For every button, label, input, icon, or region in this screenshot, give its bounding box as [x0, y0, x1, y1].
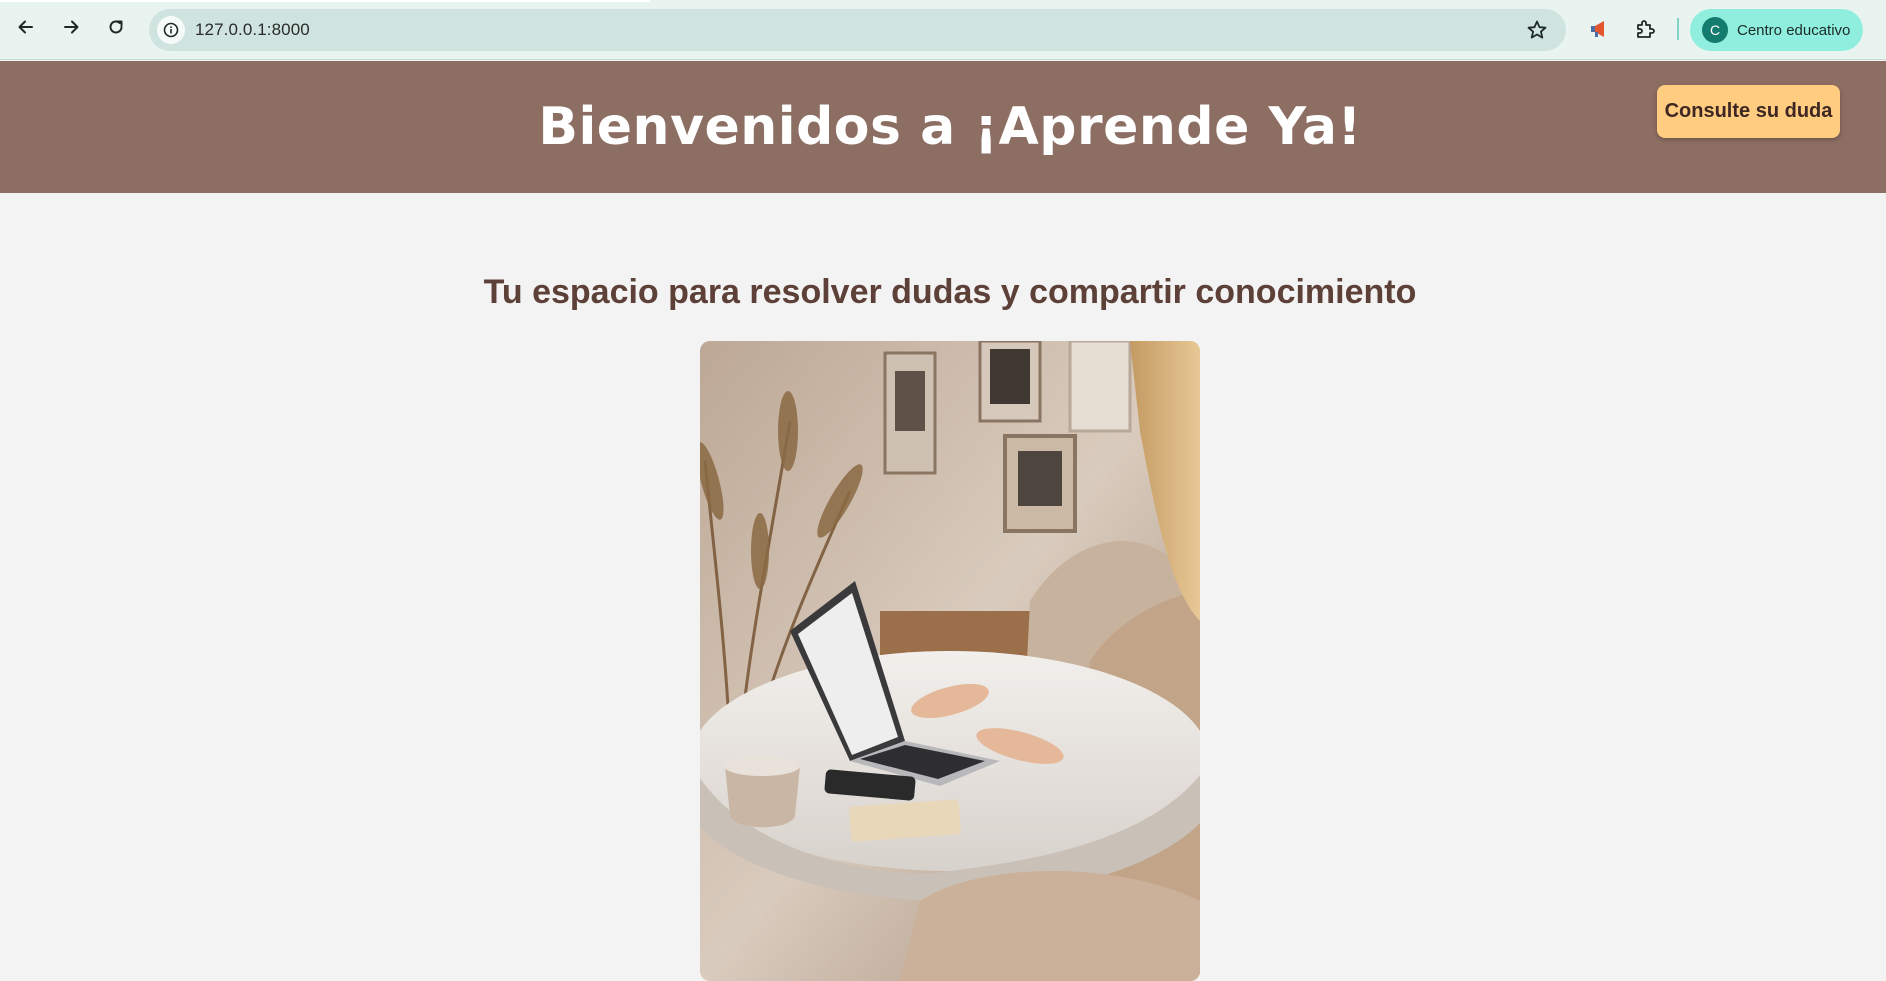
- reload-icon: [109, 20, 123, 34]
- site-info-button[interactable]: [157, 16, 185, 44]
- url-text[interactable]: 127.0.0.1:8000: [195, 20, 310, 40]
- address-bar[interactable]: 127.0.0.1:8000: [149, 9, 1566, 51]
- site-info-icon: [163, 22, 179, 38]
- back-button[interactable]: [11, 12, 41, 42]
- extensions-puzzle-icon: [1637, 20, 1655, 38]
- page-title: Bienvenidos a ¡Aprende Ya!: [538, 97, 1362, 157]
- hero-image: [700, 341, 1200, 981]
- megaphone-extension-icon: [1591, 21, 1604, 37]
- reload-button[interactable]: [101, 12, 131, 42]
- back-arrow-icon: [18, 20, 33, 34]
- forward-button[interactable]: [56, 12, 86, 42]
- consult-button[interactable]: Consulte su duda: [1657, 85, 1840, 138]
- profile-name: Centro educativo: [1737, 21, 1851, 39]
- avatar: C: [1702, 17, 1728, 43]
- laptop-workspace-illustration: [700, 341, 1200, 981]
- browser-toolbar: 127.0.0.1:8000 C Centro educativo: [0, 0, 1886, 60]
- megaphone-extension-button[interactable]: [1586, 16, 1612, 42]
- page-subtitle: Tu espacio para resolver dudas y compart…: [483, 273, 1417, 311]
- site-header: Bienvenidos a ¡Aprende Ya! Consulte su d…: [0, 61, 1886, 193]
- bookmark-star-icon[interactable]: [1526, 19, 1548, 41]
- extensions-button[interactable]: [1632, 16, 1658, 42]
- profile-button[interactable]: C Centro educativo: [1690, 9, 1863, 51]
- forward-arrow-icon: [64, 20, 79, 34]
- tab-strip-edge: [0, 0, 650, 2]
- toolbar-divider: [1677, 18, 1679, 40]
